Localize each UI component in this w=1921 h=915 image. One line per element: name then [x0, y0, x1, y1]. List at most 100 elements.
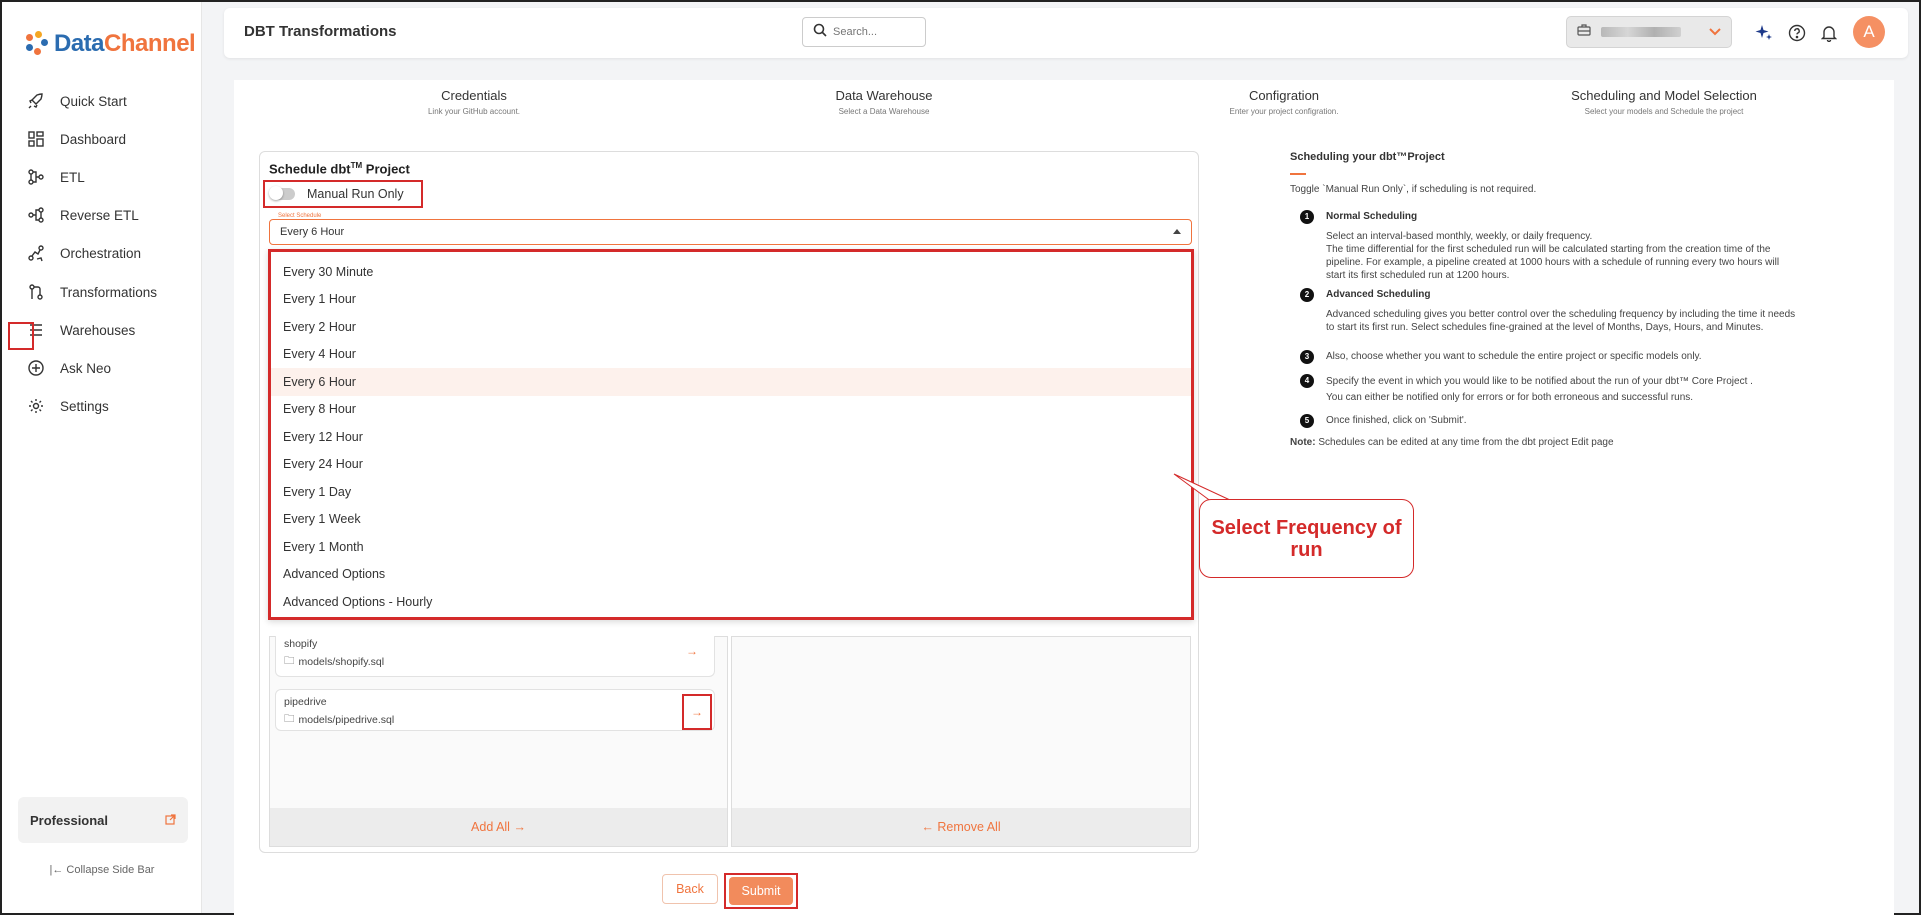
help-item: 2 Advanced Scheduling Advanced scheduling…: [1300, 288, 1800, 334]
sidebar-item-ask-neo[interactable]: Ask Neo: [2, 353, 202, 383]
sidebar-item-settings[interactable]: Settings: [2, 391, 202, 421]
schedule-option[interactable]: Every 2 Hour: [271, 313, 1191, 341]
sidebar-item-reverse-etl[interactable]: Reverse ETL: [2, 200, 202, 230]
sidebar-item-label: ETL: [60, 169, 85, 185]
reverse-etl-icon: [26, 205, 46, 225]
rocket-icon: [26, 91, 46, 111]
arrow-right-icon[interactable]: →: [686, 644, 698, 658]
model-card[interactable]: pipedrive 🗀 models/pipedrive.sql →: [275, 689, 715, 731]
help-icon[interactable]: [1786, 22, 1808, 44]
submit-highlight-box: Submit: [724, 873, 798, 909]
step-subtitle: Link your GitHub account.: [427, 107, 521, 116]
etl-icon: [26, 167, 46, 187]
sidebar-item-label: Orchestration: [60, 245, 142, 261]
schedule-option[interactable]: Advanced Options - Hourly: [271, 588, 1191, 616]
plan-card[interactable]: Professional: [18, 797, 188, 843]
model-card[interactable]: shopify 🗀 models/shopify.sql →: [275, 636, 715, 677]
schedule-select-label: Select Schedule: [276, 213, 324, 219]
schedule-card-title: Schedule dbtTM Project: [269, 161, 410, 177]
logo-text-data: Data: [54, 30, 105, 57]
arrow-left-icon: ←: [921, 820, 934, 834]
remove-all-label: Remove All: [937, 820, 1001, 834]
chevron-down-icon: [1709, 23, 1721, 41]
dashboard-icon: [26, 129, 46, 149]
step-title: Data Warehouse: [835, 88, 933, 103]
sidebar-item-orchestration[interactable]: Orchestration: [2, 238, 202, 268]
user-avatar[interactable]: A: [1853, 16, 1885, 48]
model-path: 🗀 models/shopify.sql: [284, 653, 384, 671]
add-all-button[interactable]: Add All →: [270, 808, 727, 846]
external-link-icon[interactable]: [165, 813, 176, 828]
help-item-text: Advanced scheduling gives you better con…: [1326, 309, 1796, 333]
manual-run-label: Manual Run Only: [307, 187, 404, 201]
schedule-dropdown-list: Every 30 Minute Every 1 Hour Every 2 Hour E…: [268, 249, 1194, 620]
step-subtitle: Select a Data Warehouse: [838, 107, 930, 116]
submit-button[interactable]: Submit: [729, 877, 793, 905]
search-input[interactable]: [833, 26, 913, 38]
help-intro: Toggle `Manual Run Only`, if scheduling …: [1290, 184, 1537, 196]
step-scheduling[interactable]: Scheduling and Model Selection Select yo…: [1534, 88, 1794, 116]
schedule-select[interactable]: Every 6 Hour: [269, 219, 1192, 245]
logo-mark-icon: [24, 31, 50, 57]
gear-icon: [26, 396, 46, 416]
briefcase-icon: [1577, 23, 1591, 41]
workspace-name-redacted: [1601, 27, 1681, 37]
sidebar-item-label: Transformations: [60, 284, 158, 300]
step-credentials[interactable]: Credentials Link your GitHub account.: [414, 88, 534, 116]
sidebar-item-quick-start[interactable]: Quick Start: [2, 86, 202, 116]
back-button[interactable]: Back: [662, 874, 718, 904]
help-item-text: Once finished, click on 'Submit'.: [1326, 415, 1467, 426]
schedule-option[interactable]: Every 1 Month: [271, 533, 1191, 561]
add-all-label: Add All: [471, 820, 510, 834]
remove-all-button[interactable]: ← Remove All: [732, 808, 1190, 846]
top-bar: DBT Transformations A: [224, 8, 1908, 58]
schedule-option[interactable]: Every 4 Hour: [271, 341, 1191, 369]
sidebar-item-dashboard[interactable]: Dashboard: [2, 124, 202, 154]
help-title-underline: [1290, 173, 1306, 176]
collapse-sidebar-button[interactable]: |← Collapse Side Bar: [2, 864, 202, 876]
ask-neo-icon: [26, 358, 46, 378]
step-title: Scheduling and Model Selection: [1571, 88, 1757, 103]
arrow-right-icon[interactable]: →: [682, 694, 712, 730]
sidebar: DataChannel Quick Start Dashboard ETL Re…: [2, 2, 202, 913]
sparkle-icon[interactable]: [1753, 22, 1775, 44]
search-box[interactable]: [802, 17, 926, 47]
schedule-option[interactable]: Every 1 Week: [271, 506, 1191, 534]
page-title: DBT Transformations: [244, 23, 397, 40]
arrow-right-icon: →: [513, 820, 526, 834]
schedule-option[interactable]: Every 12 Hour: [271, 423, 1191, 451]
workspace-selector[interactable]: [1566, 16, 1732, 48]
sidebar-item-label: Dashboard: [60, 131, 127, 147]
search-icon: [813, 23, 827, 42]
datachannel-logo[interactable]: DataChannel: [24, 30, 196, 58]
transformations-icon: [26, 282, 46, 302]
step-subtitle: Select your models and Schedule the proj…: [1584, 107, 1744, 116]
manual-run-toggle-row[interactable]: Manual Run Only: [263, 180, 423, 208]
collapse-label: Collapse Side Bar: [66, 864, 155, 876]
sidebar-item-etl[interactable]: ETL: [2, 162, 202, 192]
schedule-option[interactable]: Every 1 Hour: [271, 286, 1191, 314]
manual-run-toggle[interactable]: [269, 186, 295, 200]
schedule-option[interactable]: Every 8 Hour: [271, 396, 1191, 424]
schedule-option[interactable]: Every 24 Hour: [271, 451, 1191, 479]
schedule-option[interactable]: Advanced Options: [271, 561, 1191, 589]
step-data-warehouse[interactable]: Data Warehouse Select a Data Warehouse: [814, 88, 954, 116]
schedule-option[interactable]: Every 30 Minute: [271, 258, 1191, 286]
folder-icon: 🗀: [284, 655, 295, 667]
model-path: 🗀 models/pipedrive.sql: [284, 711, 394, 729]
schedule-option[interactable]: Every 1 Day: [271, 478, 1191, 506]
help-note: Note: Schedules can be edited at any tim…: [1290, 437, 1614, 448]
plan-label: Professional: [30, 812, 109, 828]
schedule-option[interactable]: Every 6 Hour: [271, 368, 1191, 396]
step-title: Credentials: [441, 88, 507, 103]
selected-models-pane: ← Remove All: [731, 636, 1191, 847]
logo-text-channel: Channel: [104, 30, 196, 57]
step-configuration[interactable]: Configration Enter your project configra…: [1194, 88, 1374, 116]
folder-icon: 🗀: [284, 713, 295, 725]
orchestration-icon: [26, 243, 46, 263]
help-title: Scheduling your dbt™Project: [1290, 151, 1445, 163]
collapse-icon: |←: [49, 864, 67, 876]
help-item-text: Specify the event in which you would lik…: [1326, 376, 1753, 403]
bell-icon[interactable]: [1818, 22, 1840, 44]
sidebar-item-transformations[interactable]: Transformations: [2, 277, 202, 307]
